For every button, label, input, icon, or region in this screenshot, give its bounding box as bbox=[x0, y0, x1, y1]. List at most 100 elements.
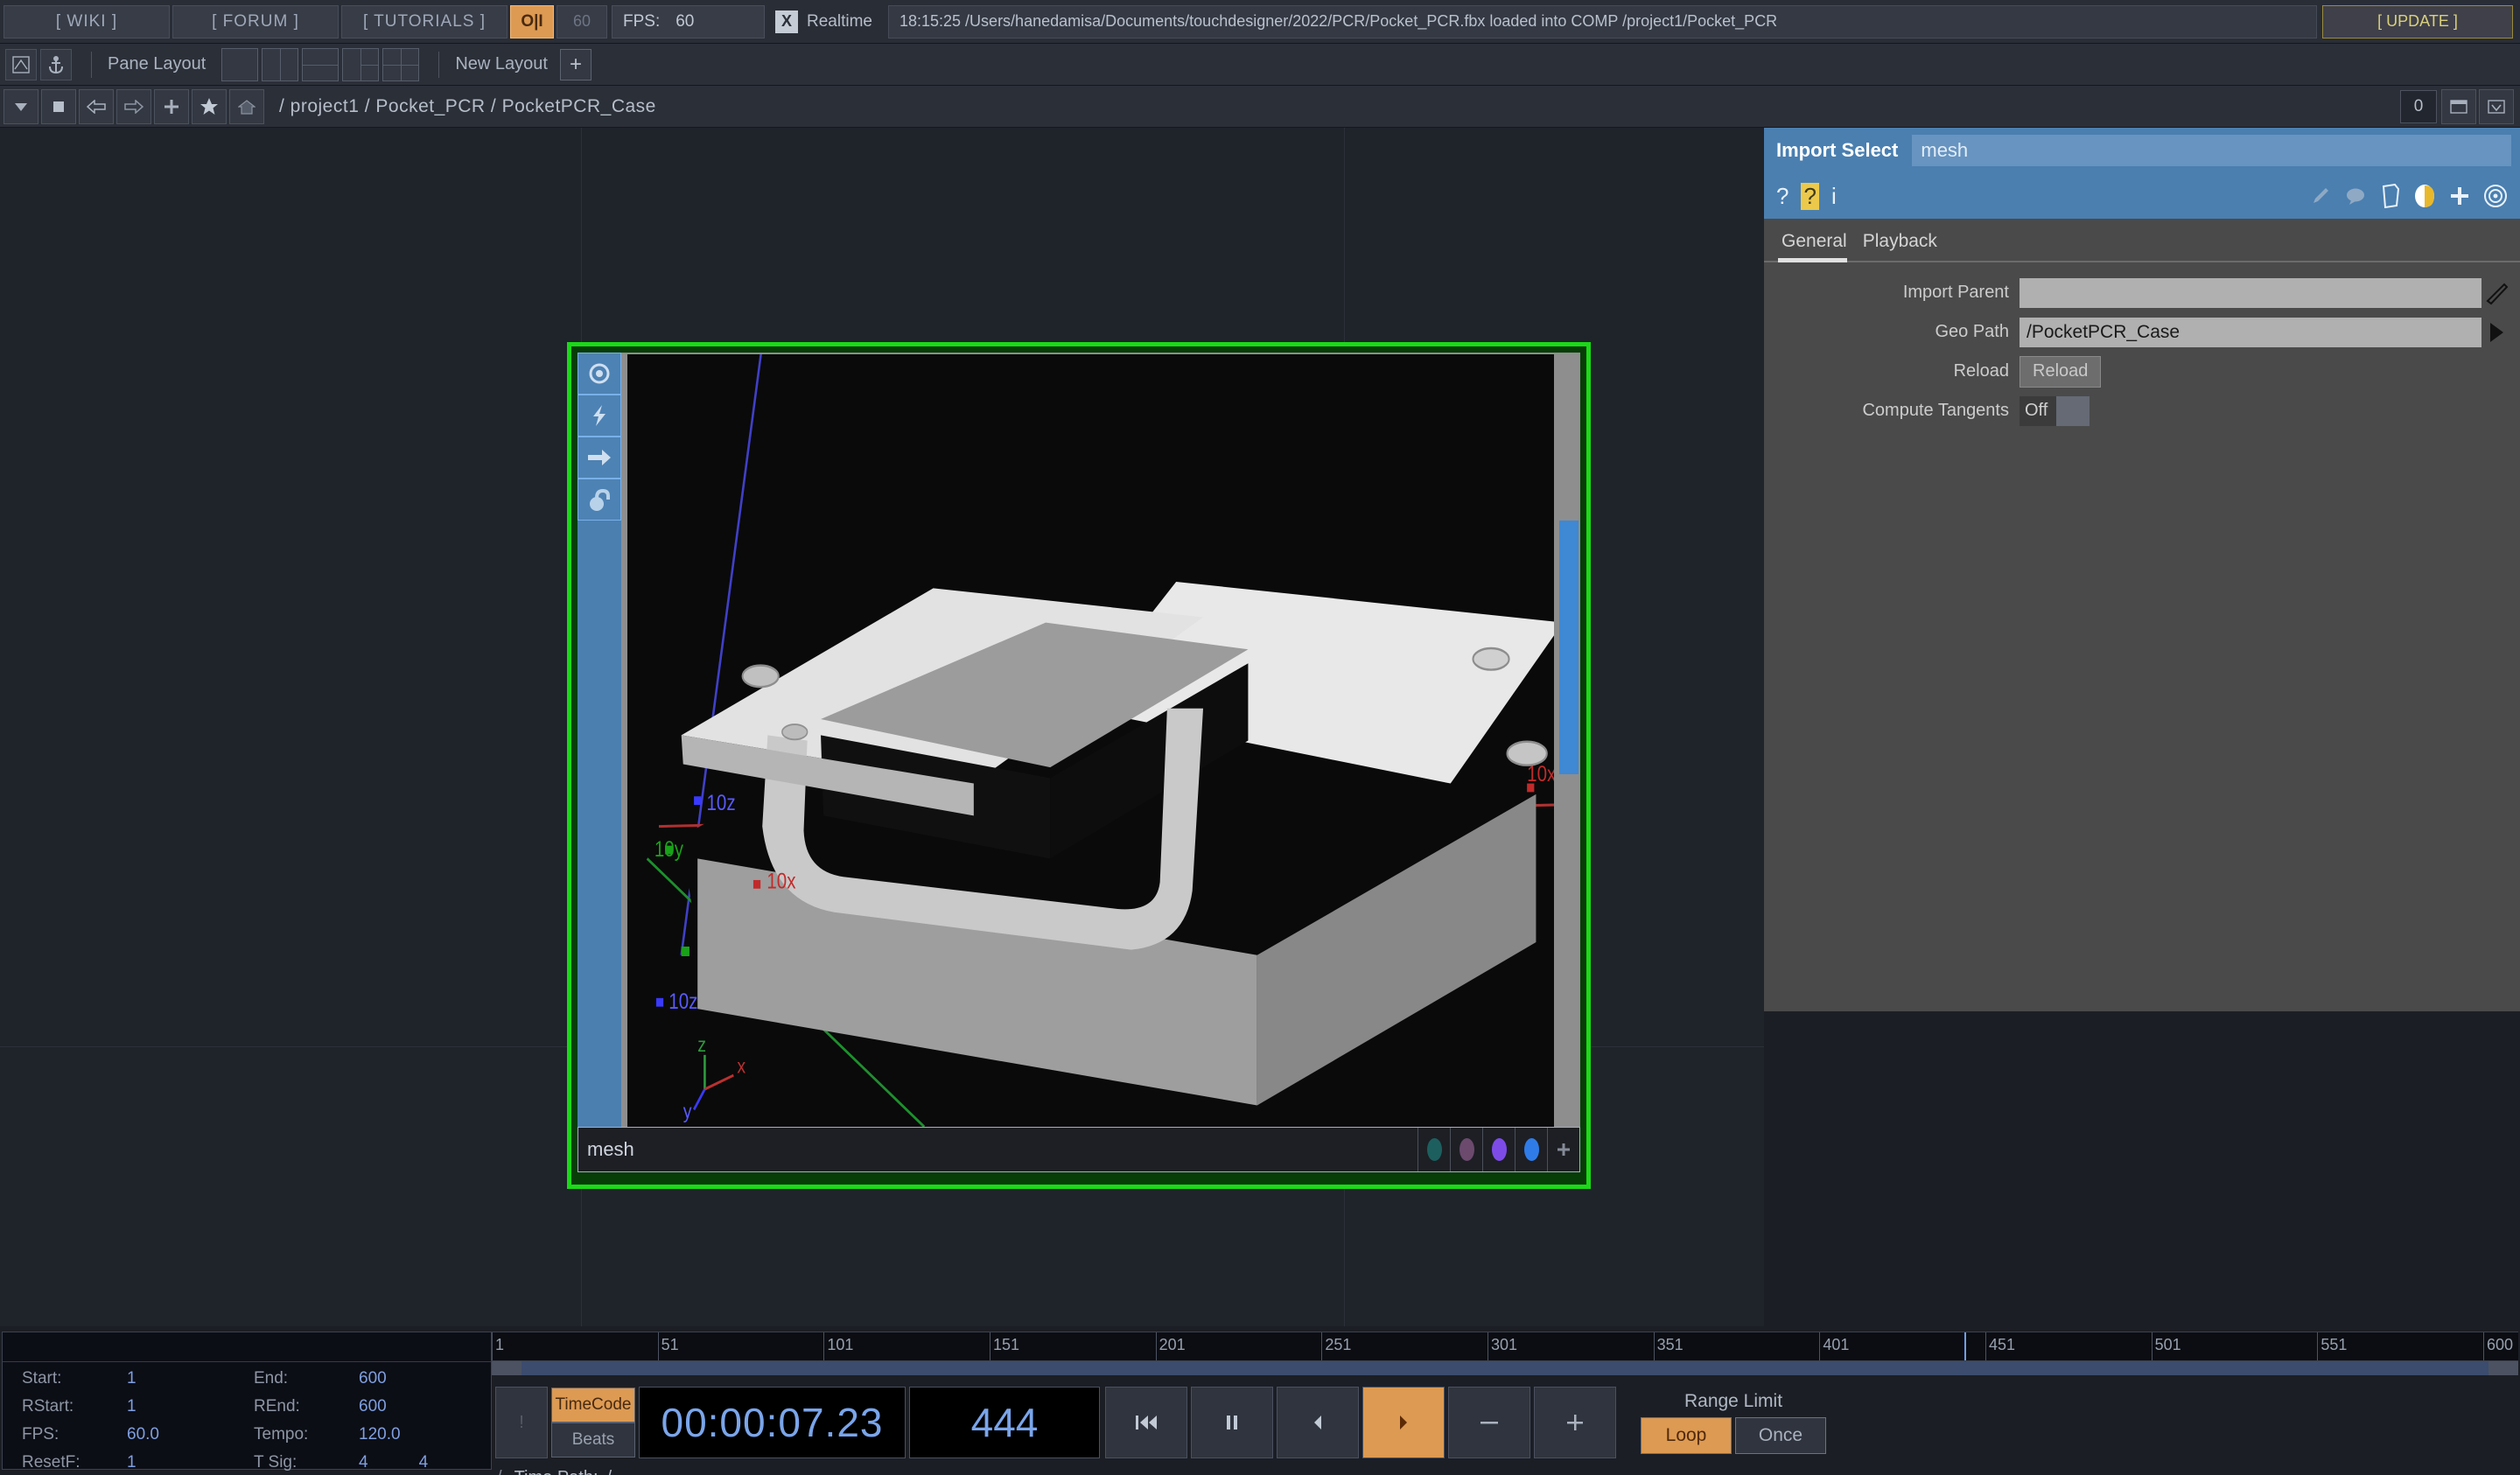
time-mode-group: TimeCode Beats bbox=[551, 1388, 635, 1458]
pane-index-value[interactable]: 0 bbox=[2400, 89, 2437, 123]
node-footer-bar: mesh bbox=[578, 1127, 1580, 1172]
param-row-reload: Reload Reload bbox=[1764, 352, 2520, 391]
update-button[interactable]: [ UPDATE ] bbox=[2322, 4, 2513, 38]
node-flag-expand-icon[interactable] bbox=[1547, 1128, 1579, 1171]
time-path-value[interactable]: / bbox=[607, 1468, 612, 1475]
end-value[interactable]: 600 bbox=[359, 1369, 472, 1388]
target-icon[interactable] bbox=[2483, 184, 2508, 208]
help-icon[interactable]: ? bbox=[1776, 183, 1788, 210]
svg-text:z: z bbox=[697, 1034, 706, 1057]
forum-link-button[interactable]: [ FORUM ] bbox=[172, 4, 339, 38]
help-active-icon[interactable]: ? bbox=[1801, 182, 1819, 210]
selected-node-geometry-viewer[interactable]: 10z 10y 10x 10x 10z z x y mesh bbox=[567, 342, 1591, 1189]
rend-value[interactable]: 600 bbox=[359, 1397, 472, 1416]
tempo-value[interactable]: 120.0 bbox=[359, 1425, 472, 1444]
start-value[interactable]: 1 bbox=[127, 1369, 254, 1388]
node-flag-render[interactable] bbox=[1482, 1128, 1515, 1171]
node-flag-cook[interactable] bbox=[1418, 1128, 1450, 1171]
increment-button[interactable] bbox=[1534, 1387, 1616, 1458]
param-picker-icon[interactable] bbox=[2482, 280, 2511, 306]
stop-icon[interactable] bbox=[41, 88, 76, 124]
layout-preset-4[interactable] bbox=[342, 47, 380, 81]
tab-playback[interactable]: Playback bbox=[1859, 231, 1950, 261]
layout-preset-3[interactable] bbox=[302, 47, 340, 81]
param-expand-arrow-icon[interactable] bbox=[2482, 320, 2511, 345]
network-editor-pane[interactable]: 10z 10y 10x 10x 10z z x y mesh bbox=[0, 128, 1764, 1326]
time-path-slash: / bbox=[497, 1468, 502, 1475]
parameter-operator-type: Import Select bbox=[1776, 139, 1899, 161]
cook-lightning-icon[interactable] bbox=[578, 395, 621, 437]
play-button[interactable] bbox=[1362, 1387, 1445, 1458]
compute-tangents-swatch[interactable] bbox=[2056, 395, 2090, 426]
viewer-scrollbar[interactable] bbox=[1559, 354, 1578, 1127]
once-button[interactable]: Once bbox=[1735, 1417, 1826, 1454]
star-icon[interactable] bbox=[192, 88, 227, 124]
pane-close-icon[interactable] bbox=[2479, 88, 2514, 124]
viewer-scrollbar-thumb[interactable] bbox=[1559, 521, 1578, 774]
wiki-link-button[interactable]: [ WIKI ] bbox=[4, 4, 170, 38]
target-icon[interactable] bbox=[578, 353, 621, 395]
anchor-icon[interactable] bbox=[40, 48, 72, 80]
breadcrumb[interactable]: / project1 / Pocket_PCR / PocketPCR_Case bbox=[279, 96, 656, 117]
back-icon[interactable] bbox=[79, 88, 114, 124]
timeline-ruler[interactable]: 1 51 101 151 201 251 301 351 401 451 501 551 600 bbox=[492, 1332, 2518, 1361]
layout-preset-2[interactable] bbox=[262, 47, 299, 81]
plus-icon[interactable] bbox=[154, 88, 189, 124]
3d-viewport[interactable]: 10z 10y 10x 10x 10z z x y bbox=[627, 354, 1554, 1127]
reload-button[interactable]: Reload bbox=[2020, 355, 2102, 388]
clone-page-icon[interactable] bbox=[2380, 184, 2401, 208]
rstart-value[interactable]: 1 bbox=[127, 1397, 254, 1416]
timeline-settings-grid: Start: 1 End: 600 RStart: 1 REnd: 600 FP… bbox=[3, 1362, 491, 1475]
node-name-label[interactable]: mesh bbox=[578, 1138, 1418, 1161]
comment-icon[interactable] bbox=[2345, 186, 2368, 206]
clone-icon[interactable] bbox=[578, 479, 621, 521]
perform-toggle-button[interactable]: O|I bbox=[510, 4, 554, 38]
layout-preset-5[interactable] bbox=[382, 47, 420, 81]
frame-display[interactable]: 444 bbox=[909, 1387, 1100, 1458]
loop-button[interactable]: Loop bbox=[1641, 1417, 1732, 1454]
ruler-tick-label: 451 bbox=[1989, 1336, 2016, 1353]
time-display[interactable]: 00:00:07.23 bbox=[639, 1387, 906, 1458]
resetf-value[interactable]: 1 bbox=[127, 1453, 254, 1472]
python-icon[interactable] bbox=[2413, 184, 2436, 208]
tsig-value-1[interactable]: 4 bbox=[359, 1453, 368, 1472]
fps-field[interactable]: FPS: 60 bbox=[612, 4, 765, 38]
flash-indicator[interactable]: ! bbox=[495, 1387, 548, 1458]
tsig-value-2[interactable]: 4 bbox=[419, 1453, 429, 1472]
compute-tangents-toggle[interactable]: Off bbox=[2020, 395, 2090, 426]
pane-split-icon[interactable] bbox=[2441, 88, 2476, 124]
pause-button[interactable] bbox=[1191, 1387, 1273, 1458]
rewind-to-start-button[interactable] bbox=[1105, 1387, 1187, 1458]
node-flag-display[interactable] bbox=[1515, 1128, 1547, 1171]
realtime-checkbox[interactable]: X bbox=[775, 10, 798, 33]
node-flag-bypass[interactable] bbox=[1450, 1128, 1482, 1171]
parameter-tabs: General Playback bbox=[1764, 219, 2520, 262]
display-arrow-icon[interactable] bbox=[578, 437, 621, 479]
timecode-mode-button[interactable]: TimeCode bbox=[551, 1388, 635, 1423]
scrub-handle-left[interactable] bbox=[492, 1361, 522, 1375]
param-input-geo-path[interactable]: /PocketPCR_Case bbox=[2020, 317, 2482, 347]
window-icon[interactable] bbox=[5, 48, 37, 80]
step-back-button[interactable] bbox=[1277, 1387, 1359, 1458]
add-layout-button[interactable]: + bbox=[559, 48, 592, 80]
info-icon[interactable]: i bbox=[1831, 183, 1837, 210]
svg-text:10z: 10z bbox=[706, 792, 735, 815]
decrement-button[interactable] bbox=[1448, 1387, 1530, 1458]
tab-general[interactable]: General bbox=[1778, 231, 1859, 262]
realtime-label: Realtime bbox=[807, 11, 872, 31]
pencil-icon[interactable] bbox=[2310, 185, 2333, 207]
plus-icon[interactable] bbox=[2448, 185, 2471, 207]
forward-icon[interactable] bbox=[116, 88, 151, 124]
home-icon[interactable] bbox=[229, 88, 264, 124]
parameter-operator-name-input[interactable]: mesh bbox=[1912, 135, 2511, 166]
timeline-scrub-bar[interactable] bbox=[492, 1361, 2518, 1375]
dropdown-icon[interactable] bbox=[4, 88, 38, 124]
fps-value[interactable]: 60.0 bbox=[127, 1425, 254, 1444]
playhead-marker[interactable] bbox=[1964, 1332, 1967, 1360]
beats-mode-button[interactable]: Beats bbox=[551, 1423, 635, 1458]
param-input-import-parent[interactable] bbox=[2020, 277, 2482, 308]
scrub-handle-right[interactable] bbox=[2488, 1361, 2518, 1375]
tutorials-link-button[interactable]: [ TUTORIALS ] bbox=[341, 4, 508, 38]
layout-preset-1[interactable] bbox=[221, 47, 259, 81]
parameter-header: Import Select mesh bbox=[1764, 128, 2520, 173]
